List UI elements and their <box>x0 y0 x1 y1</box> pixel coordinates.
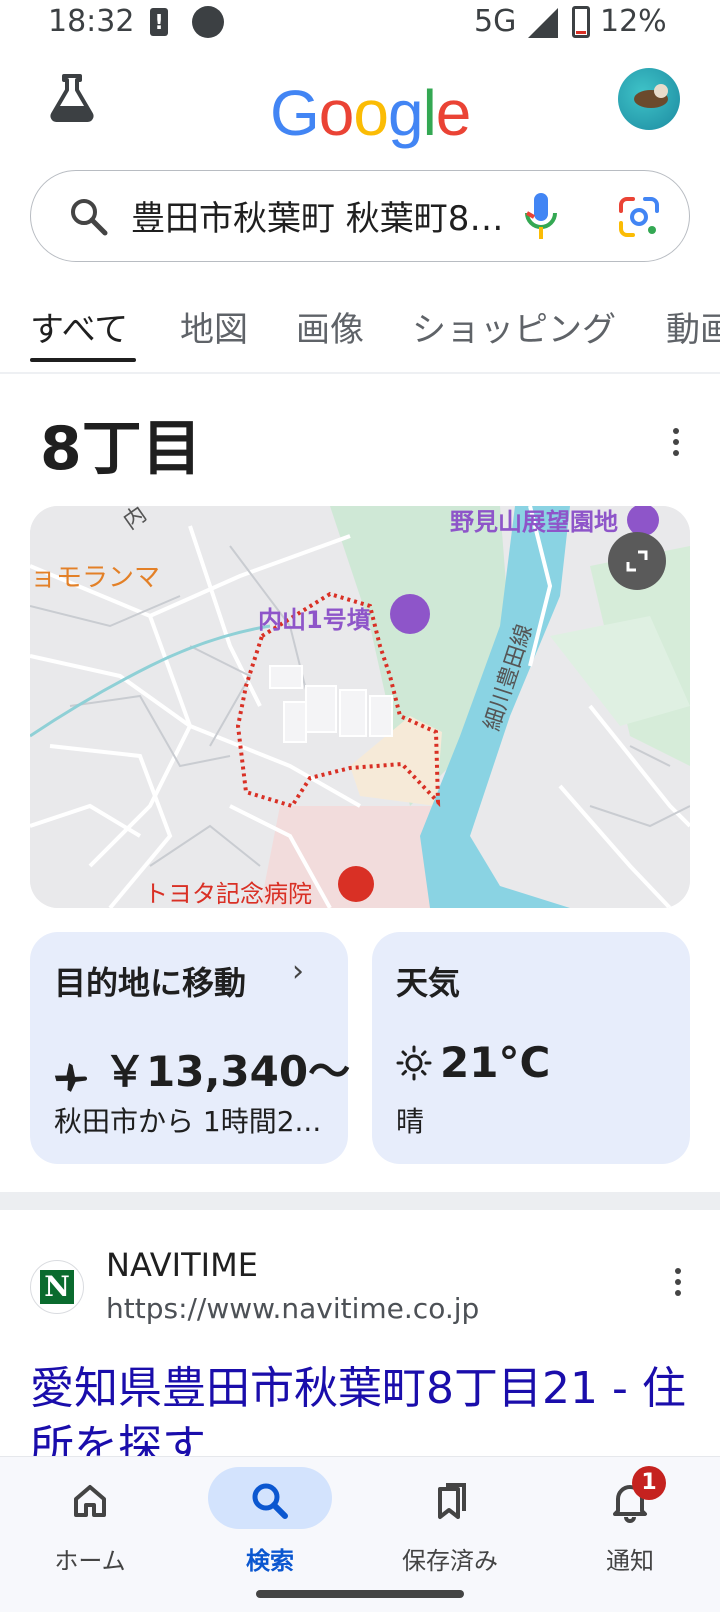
home-icon <box>74 1485 106 1517</box>
active-tab-indicator <box>30 358 136 362</box>
site-favicon[interactable]: N <box>30 1260 84 1314</box>
tab-maps[interactable]: 地図 <box>180 302 248 351</box>
tabs-divider <box>0 372 720 374</box>
bottom-navigation: ホーム 検索 保存済み 通知 <box>0 1456 720 1612</box>
search-icon[interactable] <box>67 195 111 239</box>
map-label-mountain: ョモランマ <box>30 563 160 593</box>
price-value: ￥13,340〜 <box>104 1047 351 1096</box>
sunny-icon <box>396 1045 432 1081</box>
nav-saved[interactable]: 保存済み <box>360 1457 540 1587</box>
result-more-options-icon[interactable] <box>674 1268 682 1302</box>
mic-icon[interactable] <box>521 191 561 243</box>
weather-temp: 21°C <box>396 1038 550 1087</box>
search-query[interactable]: 豊田市秋葉町 秋葉町8丁目 <box>131 191 511 240</box>
map-label-tumulus: 内山1号墳 <box>258 606 371 634</box>
notification-dot-icon <box>192 6 224 38</box>
temp-value: 21°C <box>440 1038 551 1087</box>
nav-home-label: ホーム <box>54 1547 126 1575</box>
status-bar: 18:32 ! 5G 12% <box>0 0 720 48</box>
search-tabs: すべて 地図 画像 ショッピング 動画 <box>0 290 720 370</box>
expand-map-button[interactable] <box>608 532 666 590</box>
battery-percent: 12% <box>600 4 667 39</box>
section-separator <box>0 1192 720 1210</box>
directions-title: 目的地に移動 <box>54 964 247 1002</box>
battery-icon <box>572 6 590 38</box>
tab-shopping[interactable]: ショッピング <box>412 302 616 351</box>
more-options-icon[interactable] <box>672 428 680 462</box>
network-type: 5G <box>474 4 517 39</box>
flight-price: ￥13,340〜 <box>54 1038 350 1099</box>
weather-card[interactable]: 天気 21°C 晴 <box>372 932 690 1164</box>
account-avatar[interactable] <box>618 68 680 130</box>
map-label-park: 野見山展望園地 <box>450 508 618 536</box>
nav-search[interactable]: 検索 <box>180 1457 360 1587</box>
alert-icon: ! <box>150 8 168 36</box>
search-bar[interactable]: 豊田市秋葉町 秋葉町8丁目 <box>30 170 690 262</box>
map-label-hospital: トヨタ記念病院 <box>144 880 312 908</box>
status-time: 18:32 <box>48 4 135 39</box>
directions-subtitle: 秋田市から 1時間2... <box>54 1105 322 1138</box>
place-title: 8丁目 <box>40 414 202 484</box>
flask-icon[interactable] <box>46 72 98 124</box>
lens-icon[interactable] <box>615 193 663 241</box>
notification-badge: 1 <box>632 1466 666 1500</box>
result-url[interactable]: https://www.navitime.co.jp <box>106 1292 479 1325</box>
otter-head <box>654 84 668 98</box>
nav-home[interactable]: ホーム <box>0 1457 180 1587</box>
nav-saved-label: 保存済み <box>402 1547 498 1575</box>
search-icon <box>252 1483 288 1519</box>
plane-icon <box>54 1063 87 1092</box>
tab-all[interactable]: すべて <box>30 302 128 351</box>
favicon-letter: N <box>40 1270 74 1304</box>
weather-title: 天気 <box>396 964 461 1002</box>
nav-notifications[interactable]: 通知 <box>540 1457 720 1587</box>
page: { "status_bar": { "time": "18:32", "netw… <box>0 0 720 1612</box>
map-canvas: 野見山展望園地 ョモランマ 内山1号墳 内 細川豊田線 トヨタ記念病院 <box>30 506 690 908</box>
result-site-name[interactable]: NAVITIME <box>106 1246 258 1284</box>
nav-search-label: 検索 <box>246 1547 294 1575</box>
expand-icon <box>626 550 648 572</box>
tab-videos[interactable]: 動画 <box>666 302 720 351</box>
directions-card[interactable]: 目的地に移動 › ￥13,340〜 秋田市から 1時間2... <box>30 932 350 1164</box>
nav-notifications-label: 通知 <box>606 1547 654 1575</box>
bookmarks-icon <box>438 1483 466 1519</box>
gesture-handle[interactable] <box>256 1590 464 1598</box>
chevron-right-icon: › <box>292 954 304 989</box>
signal-icon <box>528 8 558 38</box>
tab-images[interactable]: 画像 <box>296 302 364 351</box>
google-logo[interactable]: Google <box>270 76 471 150</box>
weather-condition: 晴 <box>396 1105 425 1138</box>
map-preview[interactable]: 野見山展望園地 ョモランマ 内山1号墳 内 細川豊田線 トヨタ記念病院 <box>30 506 690 908</box>
